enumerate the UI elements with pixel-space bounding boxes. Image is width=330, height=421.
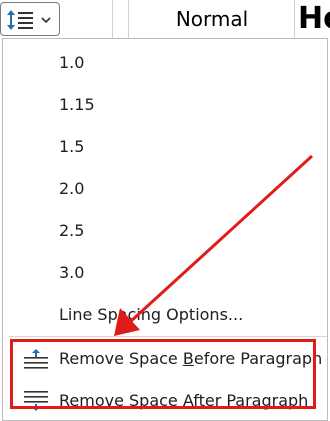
- ribbon-divider: [112, 0, 113, 38]
- menu-item-spacing-1-0[interactable]: 1.0: [59, 50, 84, 76]
- ribbon-divider: [294, 0, 295, 38]
- line-spacing-icon: [7, 10, 33, 30]
- menu-item-spacing-1-15[interactable]: 1.15: [59, 92, 95, 118]
- word-line-spacing-dropdown: Normal He 1.0 1.15 1.5 2.0 2.5 3.0 Line …: [0, 0, 330, 421]
- chevron-down-icon: [41, 17, 51, 24]
- ribbon-divider: [128, 0, 129, 38]
- style-heading[interactable]: He: [298, 0, 330, 40]
- style-normal[interactable]: Normal: [132, 0, 292, 38]
- line-spacing-button[interactable]: [0, 2, 60, 36]
- menu-item-spacing-2-0[interactable]: 2.0: [59, 176, 84, 202]
- menu-item-spacing-3-0[interactable]: 3.0: [59, 260, 84, 286]
- highlight-box: [10, 339, 316, 409]
- menu-item-line-spacing-options[interactable]: Line Spacing Options...: [59, 302, 243, 328]
- menu-item-spacing-1-5[interactable]: 1.5: [59, 134, 84, 160]
- menu-item-spacing-2-5[interactable]: 2.5: [59, 218, 84, 244]
- menu-divider: [9, 336, 327, 337]
- ribbon: Normal He: [0, 0, 330, 38]
